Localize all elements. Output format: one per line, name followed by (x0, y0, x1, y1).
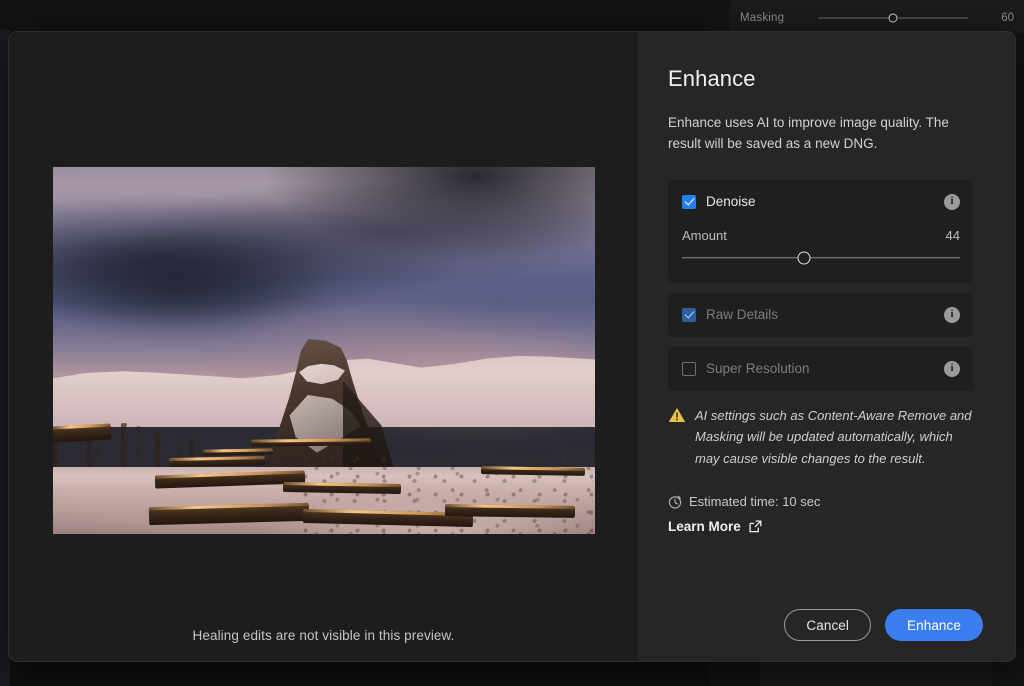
denoise-amount-slider[interactable] (682, 251, 960, 265)
option-card-raw-details[interactable]: Raw Details i (668, 292, 974, 337)
photo-rock-outcrop (282, 481, 402, 495)
denoise-amount-value: 44 (945, 227, 960, 243)
warning-text: AI settings such as Content-Aware Remove… (695, 407, 972, 467)
enhance-settings-pane: Enhance Enhance uses AI to improve image… (638, 32, 1015, 661)
masking-slider-handle[interactable] (888, 13, 898, 23)
estimated-time-row: Estimated time: 10 sec (668, 494, 983, 509)
denoise-slider-handle[interactable] (797, 251, 811, 265)
denoise-amount-row: Amount 44 (682, 228, 960, 243)
external-link-icon (749, 520, 762, 533)
denoise-label: Denoise (706, 194, 756, 210)
app-root: Masking 60 Healing edits are not visible… (0, 0, 1024, 686)
photo-image (53, 167, 595, 534)
raw-details-header[interactable]: Raw Details i (682, 305, 960, 325)
page-title: Enhance (668, 66, 756, 91)
denoise-header[interactable]: Denoise i (682, 192, 960, 212)
photo-rock-outcrop (202, 448, 274, 456)
super-resolution-checkbox[interactable] (682, 361, 696, 376)
denoise-slider-track (682, 256, 960, 259)
masking-slider-row[interactable]: Masking 60 (740, 8, 1014, 28)
photo-preview[interactable] (53, 167, 595, 534)
enhance-dialog: Healing edits are not visible in this pr… (8, 31, 1016, 662)
masking-label: Masking (740, 12, 785, 24)
photo-rock-outcrop (53, 423, 112, 443)
estimated-time-text: Estimated time: 10 sec (689, 494, 821, 510)
super-resolution-header[interactable]: Super Resolution i (682, 359, 960, 379)
info-icon[interactable]: i (944, 193, 960, 210)
photo-rock-outcrop (444, 504, 576, 518)
ai-settings-warning: AI settings such as Content-Aware Remove… (668, 405, 974, 470)
raw-details-checkbox[interactable] (682, 307, 696, 322)
background-top-strip (0, 0, 710, 30)
option-card-super-resolution[interactable]: Super Resolution i (668, 346, 974, 391)
option-card-denoise[interactable]: Denoise i Amount 44 (668, 179, 974, 283)
photo-rock-outcrop (250, 438, 372, 447)
dialog-button-row: Cancel Enhance (784, 609, 983, 641)
raw-details-label: Raw Details (706, 307, 779, 323)
masking-value: 60 (1001, 12, 1014, 24)
cancel-button[interactable]: Cancel (784, 609, 871, 641)
learn-more-label: Learn More (668, 519, 741, 535)
preview-caption: Healing edits are not visible in this pr… (192, 628, 455, 643)
clock-icon (668, 495, 682, 509)
enhance-button[interactable]: Enhance (885, 609, 983, 641)
preview-pane: Healing edits are not visible in this pr… (9, 32, 638, 661)
info-icon[interactable]: i (944, 306, 960, 323)
panel-description: Enhance uses AI to improve image quality… (668, 115, 949, 152)
masking-slider[interactable] (818, 11, 968, 25)
denoise-amount-label: Amount (682, 227, 727, 243)
super-resolution-label: Super Resolution (706, 361, 810, 377)
denoise-checkbox[interactable] (682, 194, 696, 209)
learn-more-link[interactable]: Learn More (668, 519, 983, 534)
info-icon[interactable]: i (944, 360, 960, 377)
warning-triangle-icon (668, 407, 686, 423)
